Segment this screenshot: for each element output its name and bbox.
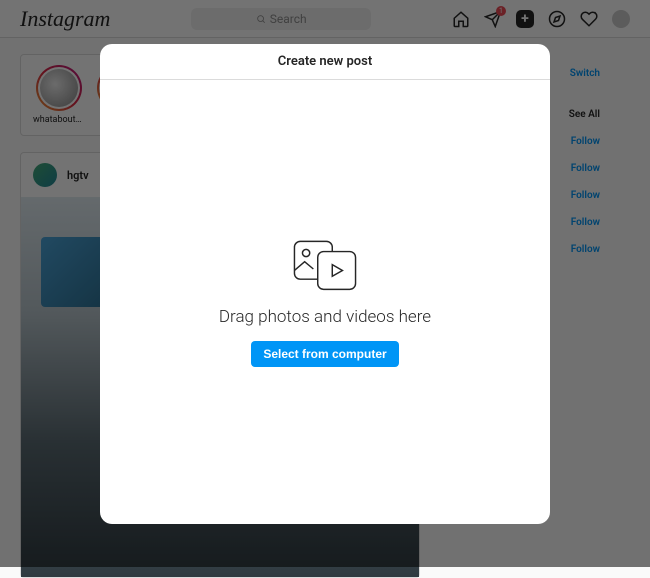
- modal-drop-area[interactable]: Drag photos and videos here Select from …: [100, 80, 550, 524]
- create-post-modal: Create new post Drag photos and videos h…: [100, 44, 550, 524]
- modal-title: Create new post: [100, 44, 550, 80]
- media-upload-icon: [290, 237, 360, 293]
- select-from-computer-button[interactable]: Select from computer: [251, 341, 398, 367]
- drag-instruction-text: Drag photos and videos here: [219, 307, 431, 327]
- modal-overlay[interactable]: Create new post Drag photos and videos h…: [0, 0, 650, 567]
